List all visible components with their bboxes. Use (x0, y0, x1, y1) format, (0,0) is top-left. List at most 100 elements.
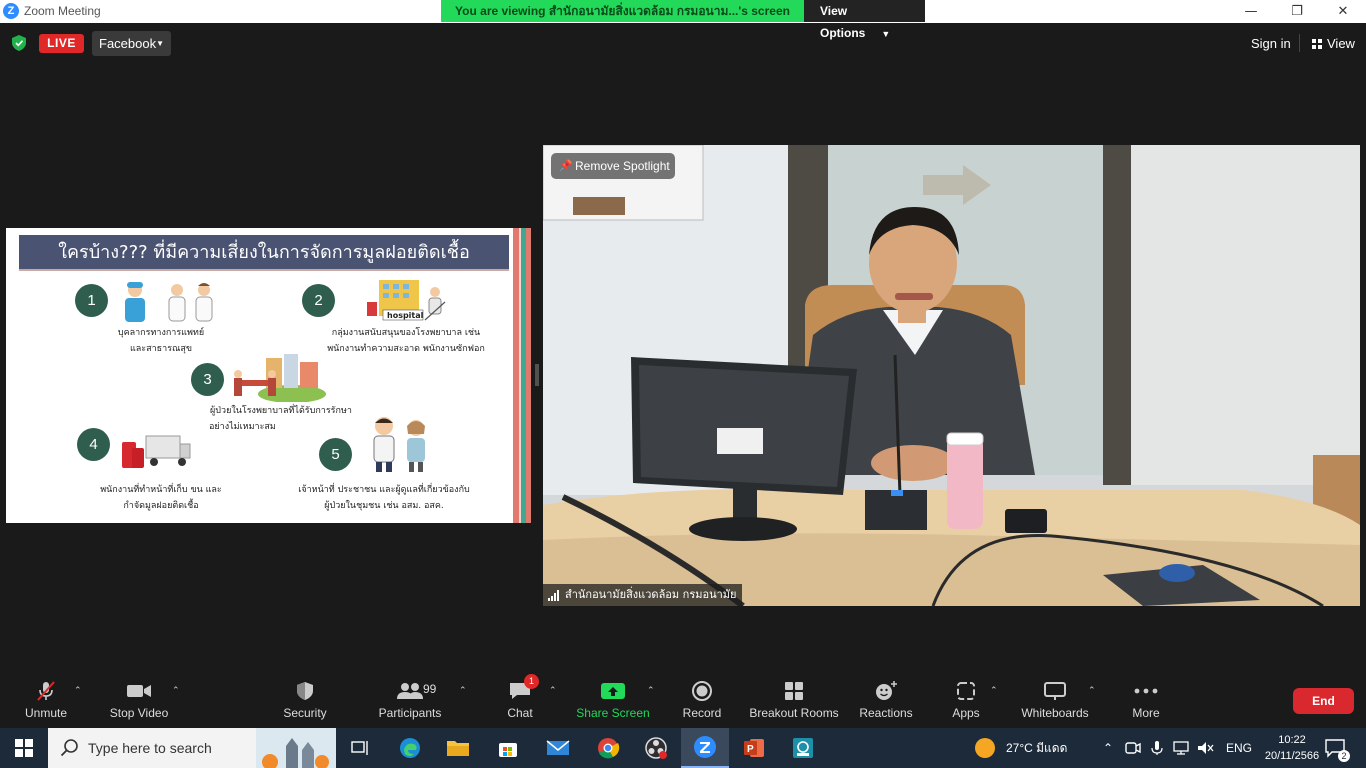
participants-label: Participants (378, 706, 442, 720)
camera-icon[interactable] (1124, 740, 1142, 756)
search-highlight-illustration (256, 728, 336, 768)
powerpoint-app[interactable]: P (730, 728, 778, 768)
view-button[interactable]: View (1312, 36, 1355, 51)
end-meeting-button[interactable]: End (1293, 688, 1354, 714)
edge-app[interactable] (386, 728, 434, 768)
stop-video-button[interactable]: Stop Video (106, 676, 172, 728)
maximize-icon[interactable]: ❐ (1274, 0, 1320, 23)
sign-in-link[interactable]: Sign in (1251, 36, 1291, 51)
reactions-label: Reactions (859, 706, 913, 720)
participants-options-caret[interactable]: ⌃ (459, 686, 467, 696)
apps-icon (957, 682, 975, 700)
zoom-icon (694, 736, 716, 758)
video-camera-icon (127, 685, 151, 697)
close-icon[interactable]: ✕ (1320, 0, 1366, 23)
hospital-illustration: hospital (367, 280, 446, 321)
record-button[interactable]: Record (680, 676, 724, 728)
apps-label: Apps (952, 706, 980, 720)
windows-logo-icon (15, 739, 33, 757)
whiteboards-options-caret[interactable]: ⌃ (1088, 686, 1096, 696)
remove-spotlight-button[interactable]: 📌 Remove Spotlight (551, 153, 675, 179)
weather-widget[interactable]: 27°C มีแดด (974, 728, 1067, 768)
notification-center[interactable]: 2 (1324, 728, 1350, 768)
zoom-app[interactable] (681, 728, 729, 768)
breakout-rooms-icon (785, 682, 803, 700)
mail-icon (546, 740, 570, 755)
community-people-illustration (373, 417, 425, 472)
audio-options-caret[interactable]: ⌃ (74, 686, 82, 696)
zoom-app-icon: Z (3, 3, 19, 19)
taskbar-search-box[interactable]: Type here to search (48, 728, 336, 768)
task-view-button[interactable] (336, 728, 384, 768)
clock-date: 20/11/2566 (1264, 750, 1320, 762)
more-dots-icon (1134, 688, 1158, 694)
live-badge[interactable]: LIVE (39, 34, 84, 53)
view-options-button[interactable]: View Options ▼ (804, 0, 925, 40)
patient-transport-illustration (234, 354, 326, 402)
video-frame (543, 145, 1360, 606)
unmute-button[interactable]: Unmute (14, 676, 78, 728)
participants-icon (397, 683, 423, 699)
unmute-label: Unmute (24, 706, 68, 720)
slide-item-text: พนักงานที่ทำหน้าที่เก็บ ขน และ กำจัดมูลฝ… (81, 482, 241, 514)
chat-button[interactable]: 1 Chat (500, 674, 540, 728)
photo-viewer-icon (793, 738, 813, 758)
store-app[interactable] (484, 728, 532, 768)
viewing-banner: You are viewing สำนักอนามัยสิ่งแวดล้อม ก… (441, 0, 925, 40)
chevron-up-icon[interactable]: ⌃ (1098, 741, 1118, 755)
window-controls: — ❐ ✕ (1228, 0, 1366, 23)
notification-count: 2 (1338, 750, 1350, 762)
share-options-caret[interactable]: ⌃ (647, 686, 655, 696)
microphone-icon[interactable] (1150, 740, 1164, 756)
breakout-rooms-button[interactable]: Breakout Rooms (748, 676, 840, 728)
item-line: และสาธารณสุข (129, 344, 193, 354)
reactions-button[interactable]: Reactions (858, 676, 914, 728)
step-number: 5 (319, 438, 352, 471)
photo-app[interactable] (779, 728, 827, 768)
whiteboards-button[interactable]: Whiteboards (1018, 676, 1092, 728)
item-line: ผู้ป่วยในโรงพยาบาลที่ได้รับการรักษา (210, 406, 352, 416)
panel-resize-handle[interactable] (535, 364, 539, 386)
waste-truck-illustration (122, 435, 191, 468)
live-stream-dropdown[interactable]: Facebook ▼ (92, 31, 171, 56)
window-title: Zoom Meeting (24, 4, 101, 18)
chat-options-caret[interactable]: ⌃ (549, 686, 557, 696)
participants-button[interactable]: 99 Participants (376, 676, 444, 728)
more-button[interactable]: More (1126, 676, 1166, 728)
edge-browser-icon (400, 738, 420, 758)
search-placeholder: Type here to search (88, 740, 212, 756)
stream-target-label: Facebook (99, 36, 157, 51)
breakout-rooms-label: Breakout Rooms (749, 706, 839, 720)
network-icon[interactable] (1172, 740, 1190, 756)
chrome-app[interactable] (584, 728, 632, 768)
mail-app[interactable] (534, 728, 582, 768)
speaker-video[interactable]: 📌 Remove Spotlight สำนักอนามัยสิ่งแวดล้อ… (543, 145, 1360, 606)
apps-options-caret[interactable]: ⌃ (990, 686, 998, 696)
apps-button[interactable]: Apps (946, 676, 986, 728)
video-options-caret[interactable]: ⌃ (172, 686, 180, 696)
item-line: อย่างไม่เหมาะสม (209, 422, 276, 432)
medical-staff-illustration (125, 282, 213, 322)
chat-label: Chat (507, 706, 533, 720)
caret-down-icon: ▼ (156, 39, 164, 48)
share-screen-button[interactable]: Share Screen (575, 676, 651, 728)
start-button[interactable] (0, 728, 48, 768)
security-label: Security (283, 706, 327, 720)
taskbar-clock[interactable]: 10:22 20/11/2566 (1262, 732, 1322, 764)
security-button[interactable]: Security (280, 676, 330, 728)
file-explorer-app[interactable] (434, 728, 482, 768)
item-line: บุคลากรทางการแพทย์ (117, 328, 205, 338)
encryption-shield-icon[interactable] (12, 35, 26, 51)
whiteboards-label: Whiteboards (1021, 706, 1089, 720)
record-icon (692, 681, 712, 701)
windows-taskbar: Type here to search P 27°C มีแดด ⌃ ENG 1… (0, 728, 1366, 768)
system-tray: ⌃ ENG (1098, 728, 1252, 768)
minimize-icon[interactable]: — (1228, 0, 1274, 23)
shared-screen[interactable]: ใครบ้าง??? ที่มีความเสี่ยงในการจัดการมูล… (6, 228, 531, 523)
chrome-icon (598, 738, 620, 759)
remove-spotlight-label: Remove Spotlight (575, 159, 670, 173)
whiteboard-icon (1044, 682, 1066, 700)
volume-muted-icon[interactable] (1196, 740, 1214, 756)
obs-app[interactable] (632, 728, 680, 768)
input-language[interactable]: ENG (1226, 741, 1252, 755)
